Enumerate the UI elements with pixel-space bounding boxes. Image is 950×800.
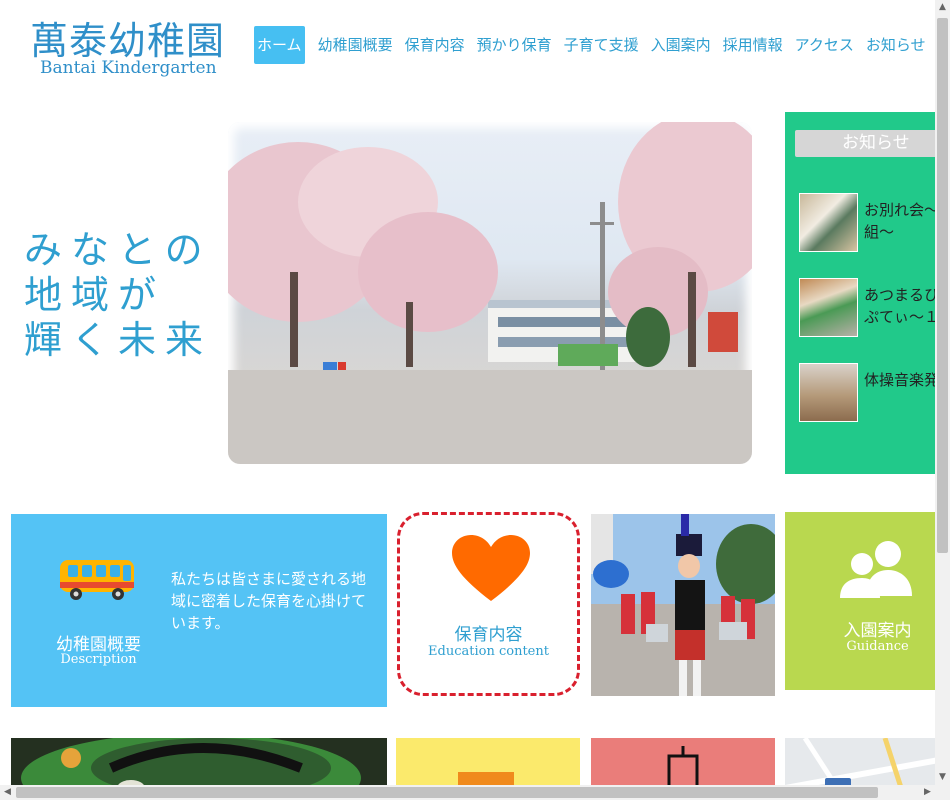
bus-icon (58, 556, 136, 606)
marching-band-photo[interactable] (591, 514, 775, 696)
news-item[interactable]: お別れ会〜そら組〜 (799, 193, 950, 253)
nav-access[interactable]: アクセス (789, 26, 860, 64)
horizontal-scrollbar-thumb[interactable] (16, 787, 878, 798)
news-item[interactable]: あつまるひろば ぷてぃ〜１月... (799, 278, 950, 338)
news-thumbnail (799, 193, 858, 252)
about-card-subtitle: Description (60, 652, 137, 667)
admission-card-title: 入園案内 (843, 621, 912, 641)
admission-card-subtitle: Guidance (846, 639, 909, 654)
main-nav: ホーム 幼稚園概要 保育内容 預かり保育 子育て支援 入園案内 採用情報 アクセ… (254, 26, 932, 64)
education-card-subtitle: Education content (428, 644, 549, 659)
news-panel: お知らせ お別れ会〜そら組〜 あつまるひろば ぷてぃ〜１月... 体操音楽発表会 (785, 112, 950, 474)
scroll-up-arrow-icon[interactable]: ▲ (935, 0, 950, 15)
about-card[interactable]: 幼稚園概要 Description 私たちは皆さまに愛される地域に密着した保育を… (11, 514, 387, 707)
site-logo-subtitle: Bantai Kindergarten (40, 58, 217, 78)
news-item[interactable]: 体操音楽発表会 (799, 363, 950, 423)
nav-admission[interactable]: 入園案内 (645, 26, 717, 64)
news-thumbnail (799, 278, 858, 337)
nav-parenting-support[interactable]: 子育て支援 (558, 26, 645, 64)
scroll-down-arrow-icon[interactable]: ▼ (935, 770, 950, 785)
hero-slogan-line: みなとの (24, 228, 212, 272)
nav-education[interactable]: 保育内容 (399, 26, 471, 64)
nav-home[interactable]: ホーム (254, 26, 305, 64)
nav-about[interactable]: 幼稚園概要 (312, 26, 399, 64)
news-thumbnail (799, 363, 858, 422)
hero-photo-schoolyard (228, 122, 752, 464)
news-heading: お知らせ (795, 130, 950, 157)
education-card[interactable]: 保育内容 Education content (397, 512, 580, 696)
vertical-scrollbar-thumb[interactable] (937, 18, 948, 553)
nav-news[interactable]: お知らせ (860, 26, 932, 64)
people-icon (840, 540, 914, 602)
scroll-right-arrow-icon[interactable]: ▶ (920, 785, 935, 800)
nav-extended-care[interactable]: 預かり保育 (471, 26, 558, 64)
hero-slogan-line: 地域が (24, 273, 166, 317)
site-logo-title[interactable]: 萬泰幼稚園 (30, 10, 225, 65)
about-card-description: 私たちは皆さまに愛される地域に密着した保育を心掛けています。 (171, 570, 367, 632)
scroll-left-arrow-icon[interactable]: ◀ (0, 785, 15, 800)
heart-icon (452, 535, 530, 607)
hero-slogan-line: 輝く未来 (24, 318, 213, 362)
education-card-title: 保育内容 (454, 625, 523, 645)
hero-slogan: みなとの 地域が 輝く未来 (24, 228, 212, 363)
nav-recruit[interactable]: 採用情報 (717, 26, 789, 64)
admission-card[interactable]: 入園案内 Guidance (785, 512, 950, 690)
